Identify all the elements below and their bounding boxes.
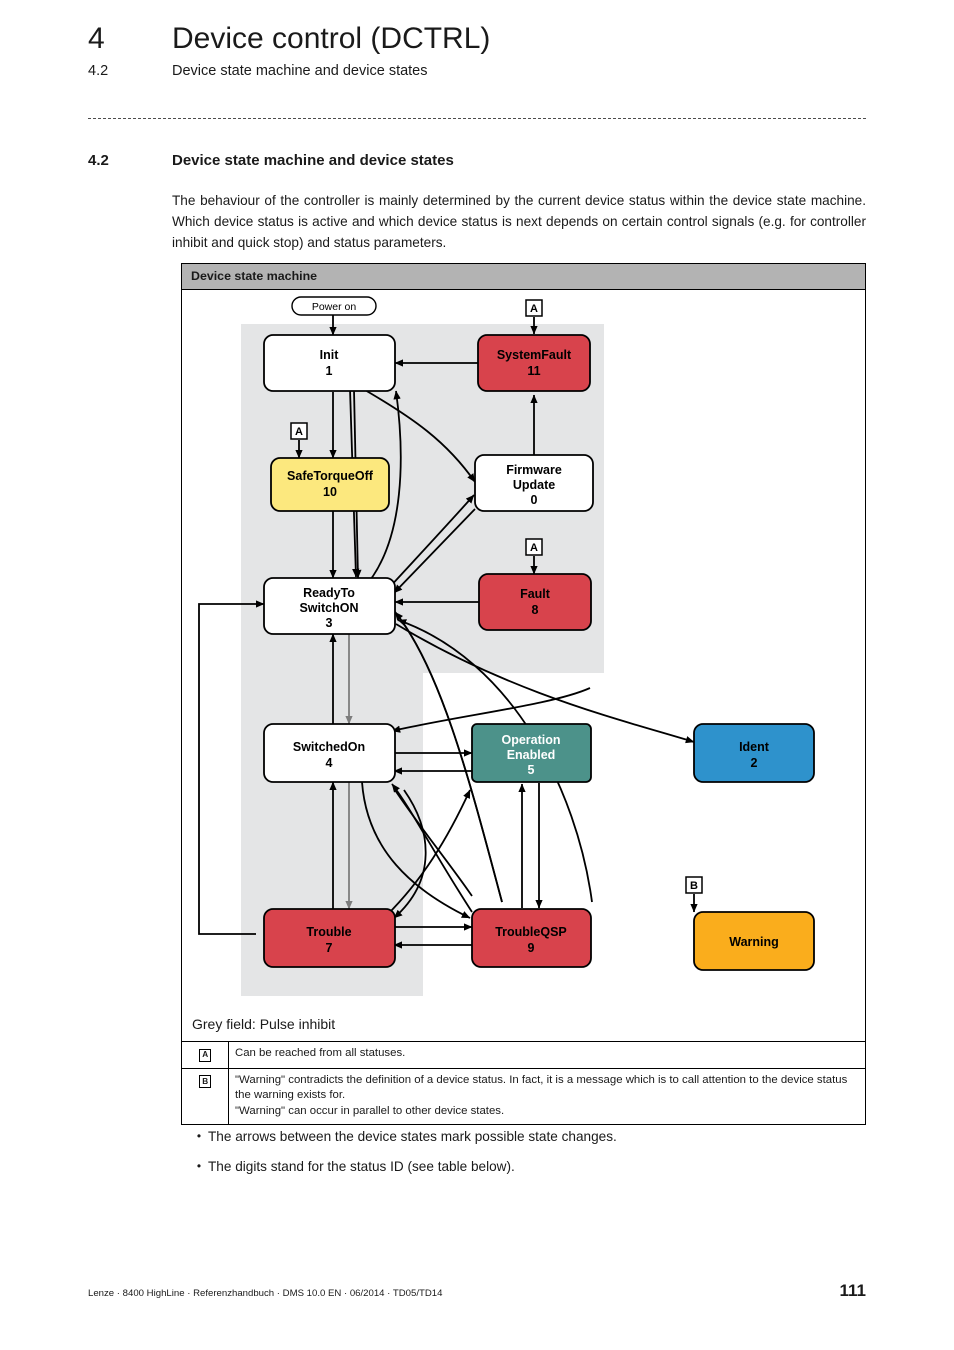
state-status-id: 2 — [751, 756, 758, 770]
state-box-firmware-update[interactable]: Firmware Update 0 — [474, 454, 594, 512]
state-box-init[interactable]: Init 1 — [263, 334, 396, 392]
state-box-ident[interactable]: Ident 2 — [693, 723, 815, 783]
marker-b-label: B — [690, 880, 698, 892]
running-head-section: 4.2 Device state machine and device stat… — [88, 63, 878, 79]
list-item: • The arrows between the device states m… — [190, 1128, 870, 1146]
state-name: Ident — [739, 740, 770, 754]
figure-note-text-a: Can be reached from all statuses. — [235, 1047, 406, 1059]
state-box-operation-enabled[interactable]: Operation Enabled 5 — [471, 723, 592, 783]
state-status-id: 1 — [326, 364, 333, 378]
state-name: TroubleQSP — [495, 925, 567, 939]
start-node-label: Power on — [312, 301, 357, 313]
state-name: SystemFault — [497, 348, 572, 362]
state-status-id: 4 — [326, 756, 333, 770]
state-name: Warning — [729, 935, 779, 949]
running-head: 4 Device control (DCTRL) 4.2 Device stat… — [88, 24, 878, 80]
state-name: Init — [320, 348, 340, 362]
header-divider — [88, 118, 866, 119]
state-status-id: 0 — [531, 493, 538, 507]
state-status-id: 9 — [528, 941, 535, 955]
figure-canvas: Power on A A A B Init 1 SystemFault 11 S… — [182, 290, 865, 1008]
state-box-warning[interactable]: Warning — [693, 911, 815, 971]
state-name-line2: SwitchON — [299, 601, 358, 615]
state-status-id: 5 — [528, 763, 535, 777]
state-name: SwitchedOn — [293, 740, 365, 754]
state-status-id: 10 — [323, 485, 337, 499]
section-intro-paragraph: The behaviour of the controller is mainl… — [172, 193, 866, 251]
state-name-line2: Update — [513, 478, 555, 492]
marker-a-fault: A — [525, 538, 543, 556]
figure-device-state-machine: Device state machine Power on A A A B In… — [181, 263, 866, 1125]
grey-field-caption: Grey field: Pulse inhibit — [182, 1008, 865, 1042]
figure-note-key-cell: B — [182, 1067, 229, 1124]
figure-note-row: A Can be reached from all statuses. — [182, 1042, 865, 1068]
state-box-troubleqsp[interactable]: TroubleQSP 9 — [471, 908, 592, 968]
state-name: Trouble — [306, 925, 351, 939]
state-status-id: 7 — [326, 941, 333, 955]
state-name: Fault — [520, 587, 551, 601]
state-machine-svg: Power on A A A B Init 1 SystemFault 11 S… — [198, 296, 815, 996]
running-head-chapter: 4 Device control (DCTRL) — [88, 24, 878, 54]
state-box-fault[interactable]: Fault 8 — [478, 573, 592, 631]
state-name-line1: Operation — [501, 733, 560, 747]
marker-a-safetorqueoff: A — [290, 422, 308, 440]
section-title: Device state machine and device states — [172, 152, 454, 169]
running-head-section-title: Device state machine and device states — [172, 63, 428, 79]
figure-title: Device state machine — [182, 264, 865, 290]
marker-a-label: A — [530, 303, 538, 315]
state-box-safetorqueoff[interactable]: SafeTorqueOff 10 — [270, 457, 390, 512]
list-item: • The digits stand for the status ID (se… — [190, 1158, 870, 1176]
section-heading: 4.2 Device state machine and device stat… — [88, 152, 454, 169]
state-box-switchedon[interactable]: SwitchedOn 4 — [263, 723, 396, 783]
state-name-line2: Enabled — [507, 748, 556, 762]
figure-note-row: B "Warning" contradicts the definition o… — [182, 1067, 865, 1124]
chapter-number: 4 — [88, 22, 105, 55]
state-status-id: 3 — [326, 616, 333, 630]
figure-notes-table: A Can be reached from all statuses. B "W… — [182, 1042, 865, 1124]
state-box-readytoswitchon[interactable]: ReadyTo SwitchON 3 — [263, 577, 396, 635]
state-name: SafeTorqueOff — [287, 469, 374, 483]
page-footer: Lenze · 8400 HighLine · Referenzhandbuch… — [88, 1281, 866, 1301]
figure-note-text-b: "Warning" contradicts the definition of … — [228, 1067, 865, 1124]
state-status-id: 8 — [532, 603, 539, 617]
state-status-id: 11 — [527, 364, 540, 378]
state-box-trouble[interactable]: Trouble 7 — [263, 908, 396, 968]
chapter-title: Device control (DCTRL) — [172, 22, 491, 55]
bullet-dot-icon: • — [196, 1129, 202, 1143]
bullet-dot-icon: • — [196, 1159, 202, 1174]
start-node-power-on: Power on — [291, 296, 377, 316]
state-name-line1: ReadyTo — [303, 586, 355, 600]
figure-note-key-cell: A — [182, 1042, 229, 1068]
note-key-a: A — [198, 1048, 212, 1062]
page-number: 111 — [839, 1281, 867, 1300]
state-box-systemfault[interactable]: SystemFault 11 — [477, 334, 591, 392]
marker-a-label: A — [530, 542, 538, 554]
page: 4 Device control (DCTRL) 4.2 Device stat… — [0, 0, 954, 1350]
marker-a-systemfault: A — [525, 299, 543, 317]
bullet-text: The arrows between the device states mar… — [208, 1129, 617, 1144]
bullet-text: The digits stand for the status ID (see … — [208, 1159, 515, 1175]
note-key-b: B — [198, 1075, 212, 1089]
bullet-list: • The arrows between the device states m… — [190, 1128, 870, 1189]
footer-source-line: Lenze · 8400 HighLine · Referenzhandbuch… — [88, 1288, 443, 1299]
marker-a-label: A — [295, 426, 303, 438]
running-head-section-number: 4.2 — [88, 63, 109, 79]
state-name-line1: Firmware — [506, 463, 562, 477]
marker-b-warning: B — [685, 876, 703, 894]
section-number: 4.2 — [88, 152, 109, 169]
